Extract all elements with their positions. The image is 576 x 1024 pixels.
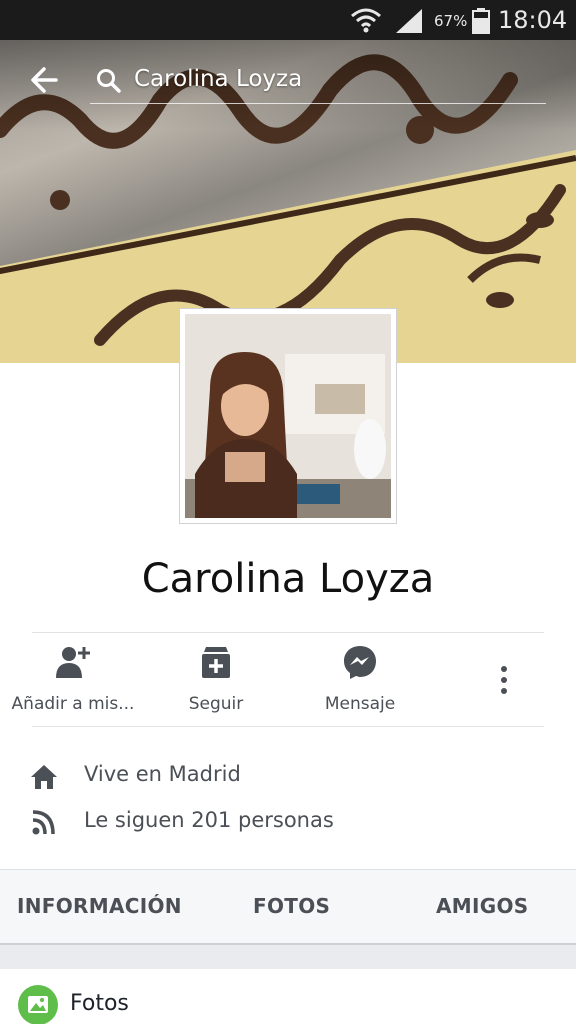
add-friend-label: Añadir a mis... <box>11 694 135 714</box>
tab-amigos[interactable]: AMIGOS <box>436 894 528 918</box>
tab-informacion[interactable]: INFORMACIÓN <box>17 894 182 918</box>
message-button[interactable]: Mensaje <box>300 644 420 720</box>
search-query: Carolina Loyza <box>134 66 303 92</box>
tab-fotos[interactable]: FOTOS <box>253 894 330 918</box>
divider <box>32 632 544 633</box>
battery-icon <box>472 8 490 34</box>
followers-text: Le siguen 201 personas <box>84 808 334 832</box>
clock: 18:04 <box>498 6 568 34</box>
message-label: Mensaje <box>324 694 396 714</box>
back-arrow-icon <box>31 67 58 93</box>
photos-icon <box>18 985 58 1024</box>
messenger-icon <box>344 646 376 679</box>
location-text: Vive en Madrid <box>84 762 241 786</box>
add-friend-icon <box>56 647 90 678</box>
more-options-button[interactable] <box>488 660 520 700</box>
divider <box>32 726 544 727</box>
follow-button[interactable]: Seguir <box>156 644 276 720</box>
follow-icon <box>202 647 230 678</box>
photos-section-label: Fotos <box>70 991 129 1016</box>
search-bar[interactable]: Carolina Loyza <box>90 58 546 104</box>
search-icon <box>97 69 121 93</box>
info-row-followers[interactable]: Le siguen 201 personas <box>30 806 550 840</box>
rss-icon <box>32 810 55 835</box>
add-friend-button[interactable]: Añadir a mis... <box>4 644 142 720</box>
section-gap <box>0 945 576 969</box>
home-icon <box>31 765 57 789</box>
profile-tabs: INFORMACIÓN FOTOS AMIGOS <box>0 869 576 945</box>
back-button[interactable] <box>26 62 66 98</box>
profile-photo <box>185 314 391 518</box>
follow-label: Seguir <box>188 694 244 714</box>
wifi-icon <box>351 8 381 33</box>
profile-name: Carolina Loyza <box>141 556 435 602</box>
profile-picture[interactable] <box>179 308 397 524</box>
status-bar: 67% 18:04 <box>0 0 576 40</box>
battery-percent: 67% <box>434 12 468 30</box>
profile-photo-art <box>185 314 391 518</box>
signal-icon <box>396 9 422 33</box>
info-row-location: Vive en Madrid <box>30 760 550 794</box>
more-vertical-icon <box>501 666 507 694</box>
photos-section-header[interactable]: Fotos <box>0 969 576 1024</box>
